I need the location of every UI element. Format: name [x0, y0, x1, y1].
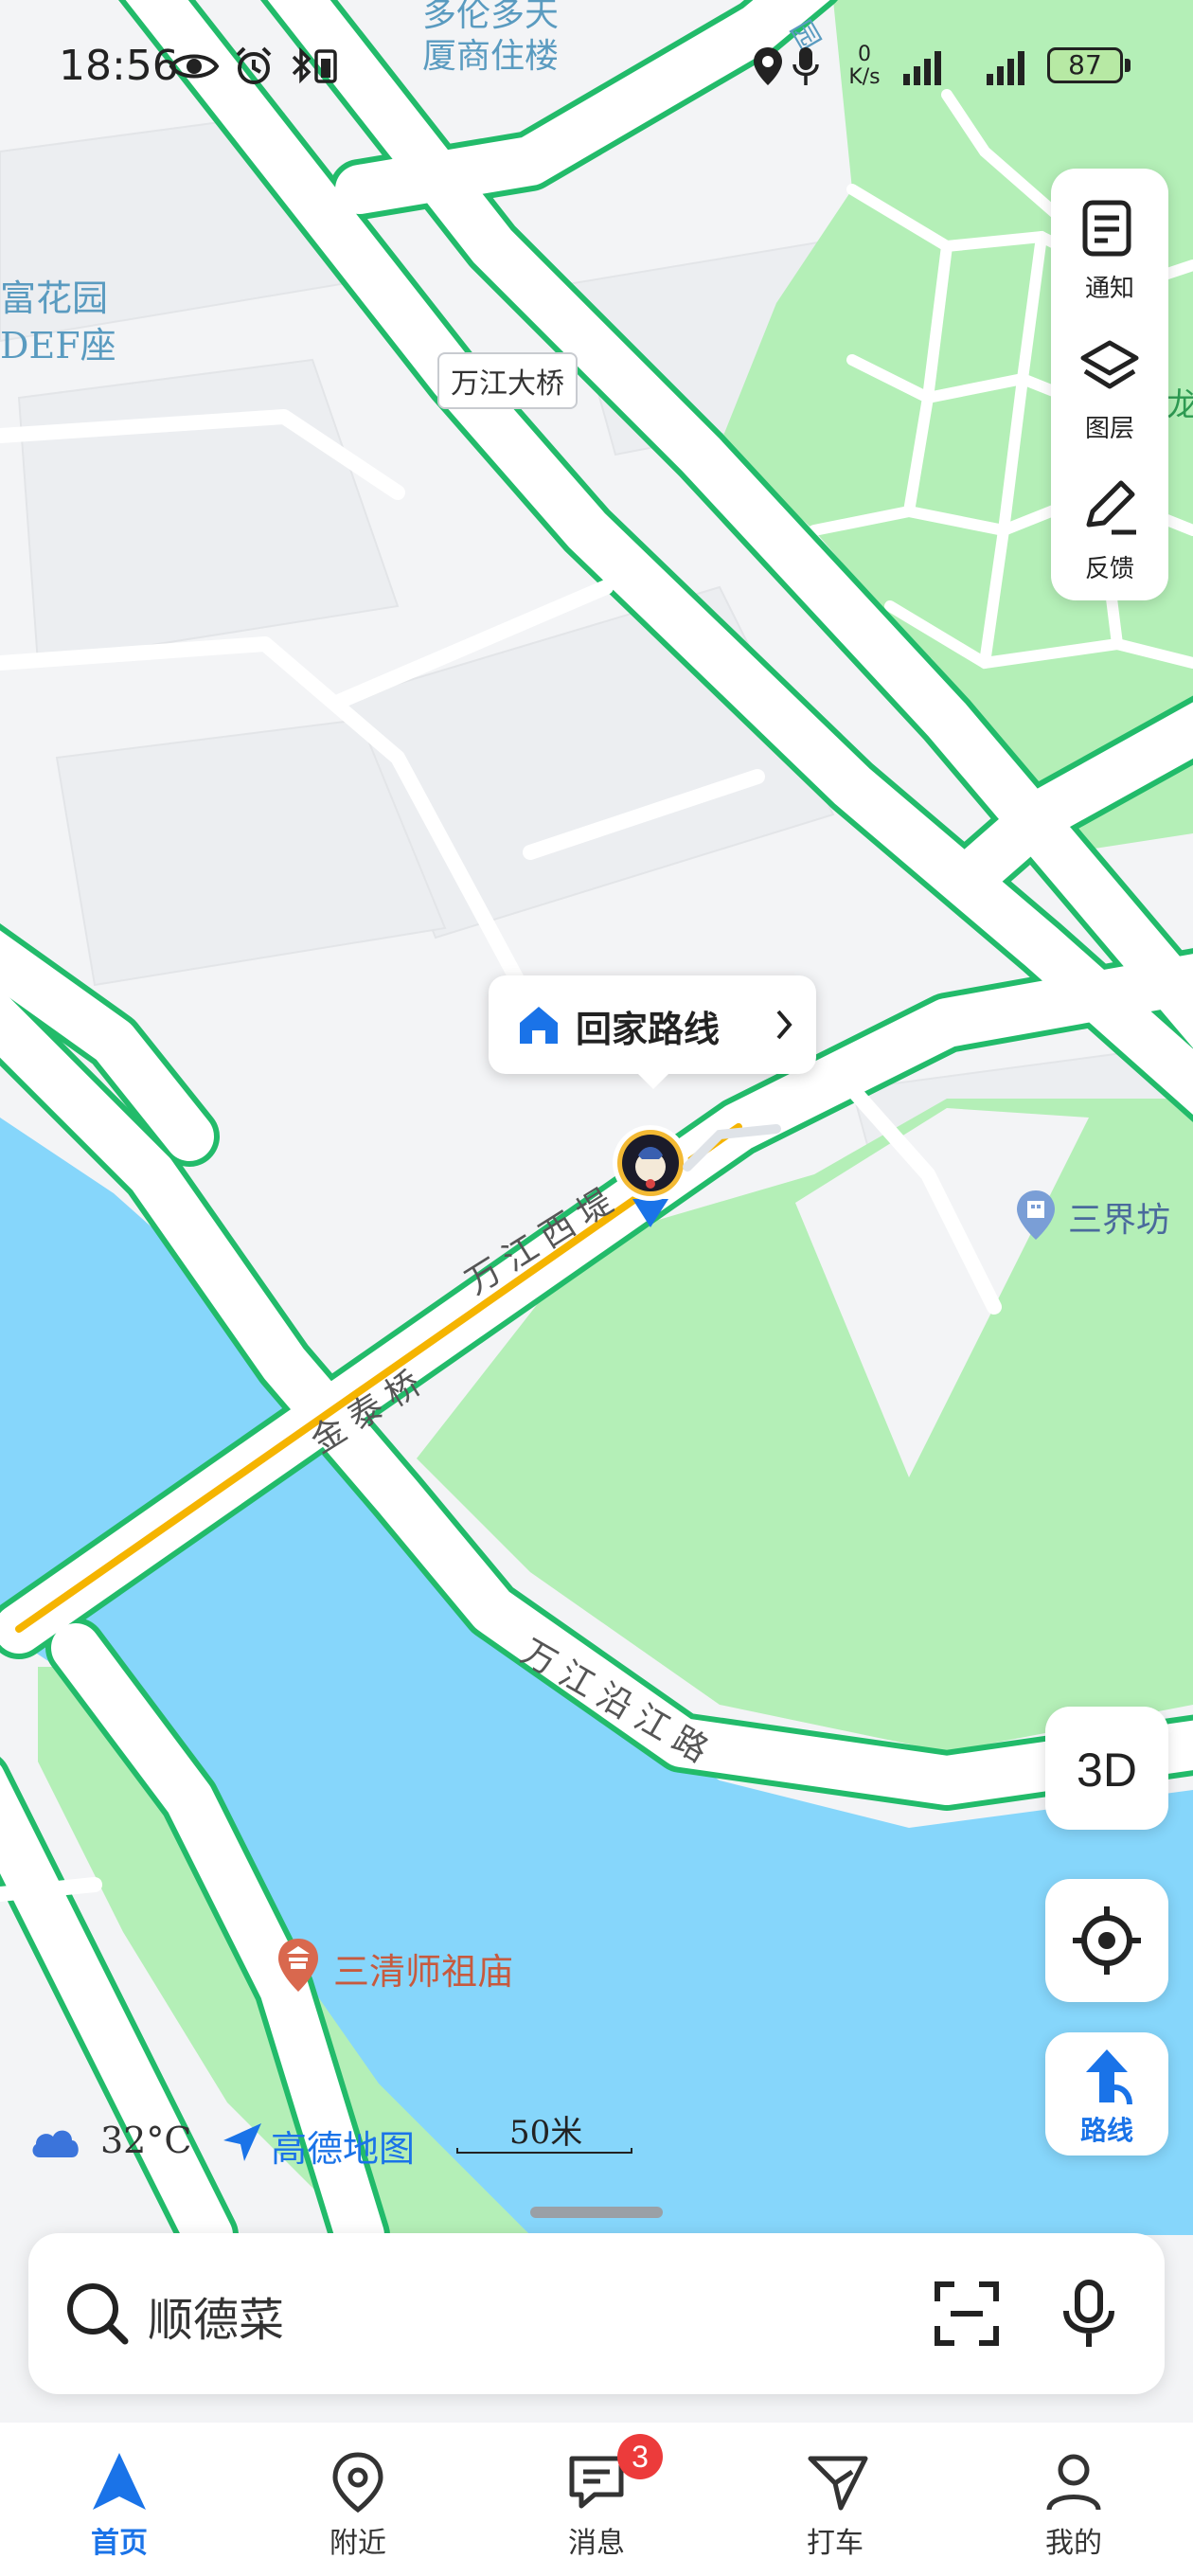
three-d-button[interactable]: 3D — [1045, 1707, 1168, 1830]
chevron-right-icon — [776, 1010, 792, 1040]
tab-taxi-label: 打车 — [807, 2527, 864, 2560]
notice-icon — [1082, 200, 1131, 257]
battery-level: 87 — [1068, 49, 1102, 80]
feedback-pencil-icon — [1086, 480, 1136, 535]
home-route-label: 回家路线 — [576, 1008, 721, 1050]
route-arrow-icon — [1086, 2049, 1132, 2105]
notice-label: 通知 — [1084, 275, 1134, 303]
status-time: 18:56 — [59, 42, 179, 90]
network-speed-value: 0 — [858, 43, 871, 66]
tab-home[interactable]: 首页 — [0, 2423, 239, 2576]
bluetooth-battery-icon — [292, 46, 337, 84]
sheet-drag-handle[interactable] — [530, 2207, 663, 2218]
poi-building-icon — [1017, 1190, 1055, 1240]
search-icon — [67, 2283, 129, 2345]
scan-icon[interactable] — [934, 2281, 1000, 2347]
tab-nearby-label: 附近 — [329, 2527, 386, 2560]
map-scale: 50米 — [456, 2102, 632, 2159]
route-label: 路线 — [1079, 2115, 1133, 2146]
bottom-tab-bar: 首页 附近 3 消息 打车 我的 — [0, 2423, 1193, 2576]
home-icon — [520, 1007, 558, 1044]
map-tools-card: 通知 图层 反馈 — [1051, 169, 1168, 600]
tab-messages[interactable]: 3 消息 — [477, 2423, 716, 2576]
tab-taxi[interactable]: 打车 — [716, 2423, 954, 2576]
cloud-icon — [32, 2130, 79, 2157]
alarm-icon — [236, 46, 272, 84]
tab-mine[interactable]: 我的 — [954, 2423, 1193, 2576]
battery-tip — [1125, 59, 1131, 72]
feedback-label: 反馈 — [1084, 555, 1134, 583]
eye-icon — [169, 54, 220, 79]
poi-label: 三界坊 — [1068, 1201, 1171, 1240]
status-bar: 18:56 0 K/s 87 — [0, 0, 1193, 133]
user-profile-icon — [1046, 2454, 1101, 2511]
brand-name: 高德地图 — [271, 2128, 416, 2170]
three-d-label: 3D — [1077, 1744, 1137, 1797]
feedback-button[interactable]: 反馈 — [1051, 458, 1168, 591]
temple-icon — [278, 1939, 318, 1992]
location-orientation-arc — [683, 1124, 781, 1172]
locate-me-button[interactable] — [1045, 1879, 1168, 2002]
notice-button[interactable]: 通知 — [1051, 178, 1168, 311]
signal-icon-1 — [903, 51, 941, 85]
battery-indicator: 87 — [1047, 47, 1123, 83]
network-speed: 0 K/s — [841, 44, 888, 89]
scale-label: 50米 — [509, 2114, 583, 2152]
location-pin-icon — [613, 1125, 688, 1227]
user-location-marker[interactable] — [612, 1123, 689, 1231]
map-label-estate-west: 富花园 DEF座 — [0, 275, 116, 369]
signal-icon-2 — [987, 51, 1024, 85]
microphone-status-icon — [792, 47, 819, 85]
layers-button[interactable]: 图层 — [1051, 318, 1168, 451]
message-badge-count: 3 — [632, 2440, 649, 2474]
temperature: 32°C — [100, 2120, 192, 2161]
layers-label: 图层 — [1084, 415, 1134, 443]
voice-input-icon[interactable] — [1060, 2279, 1117, 2349]
navigation-arrow-icon — [93, 2453, 146, 2510]
poi-label: 三清师祖庙 — [333, 1951, 514, 1993]
message-icon — [569, 2456, 624, 2509]
crosshair-icon — [1073, 1906, 1141, 1975]
route-button[interactable]: 路线 — [1045, 2032, 1168, 2156]
tab-nearby[interactable]: 附近 — [239, 2423, 477, 2576]
layers-icon — [1080, 340, 1139, 389]
map-canvas[interactable] — [0, 0, 1193, 2576]
bridge-label: 万江大桥 — [437, 352, 578, 409]
location-icon — [754, 47, 782, 85]
location-pin-outline-icon — [332, 2452, 383, 2513]
home-route-callout[interactable]: 回家路线 — [489, 975, 816, 1089]
estate-name-line2: DEF座 — [0, 325, 116, 367]
estate-name-line1: 富花园 — [0, 277, 109, 319]
tab-mine-label: 我的 — [1045, 2527, 1102, 2560]
message-badge: 3 — [617, 2434, 663, 2479]
taxi-flag-icon — [808, 2456, 868, 2511]
amap-logo-icon — [223, 2123, 261, 2161]
search-input[interactable]: 顺德菜 — [148, 2282, 284, 2349]
network-speed-unit: K/s — [848, 65, 881, 89]
search-bar[interactable]: 顺德菜 — [28, 2233, 1165, 2394]
scale-bar — [456, 2148, 632, 2154]
tab-messages-label: 消息 — [568, 2527, 625, 2560]
tab-home-label: 首页 — [91, 2527, 148, 2560]
map-label-edge-fragment: 龙 — [1166, 386, 1193, 424]
